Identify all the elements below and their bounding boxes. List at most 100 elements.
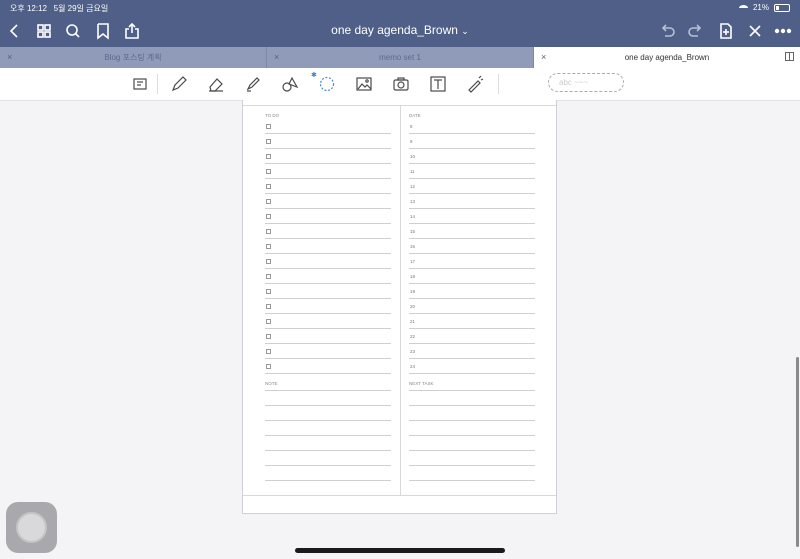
highlighter-icon[interactable] — [243, 74, 263, 94]
note-line — [409, 390, 535, 391]
hour-row[interactable]: 23 — [409, 345, 535, 359]
tab-blog[interactable]: × Blog 포스팅 계획 — [0, 47, 267, 68]
todo-row[interactable] — [265, 285, 391, 299]
todo-row[interactable] — [265, 165, 391, 179]
vertical-scrollbar[interactable] — [796, 357, 799, 547]
todo-row[interactable] — [265, 330, 391, 344]
document-title-text: one day agenda_Brown — [331, 23, 458, 37]
todo-row[interactable] — [265, 150, 391, 164]
home-indicator[interactable] — [295, 548, 505, 553]
checkbox[interactable] — [266, 169, 271, 174]
checkbox[interactable] — [266, 259, 271, 264]
more-icon[interactable] — [772, 20, 794, 42]
checkbox[interactable] — [266, 319, 271, 324]
checkbox[interactable] — [266, 214, 271, 219]
hour-row[interactable]: 10 — [409, 150, 535, 164]
document-title[interactable]: one day agenda_Brown ⌄ — [0, 23, 800, 37]
hour-label: 17 — [410, 259, 416, 264]
hour-row[interactable]: 16 — [409, 240, 535, 254]
camera-icon[interactable] — [391, 74, 411, 94]
todo-row[interactable] — [265, 315, 391, 329]
hour-row[interactable]: 21 — [409, 315, 535, 329]
hour-row[interactable]: 17 — [409, 255, 535, 269]
todo-row[interactable] — [265, 225, 391, 239]
hour-row[interactable]: 15 — [409, 225, 535, 239]
tab-close-icon[interactable]: × — [274, 52, 279, 62]
nav-bar: one day agenda_Brown ⌄ — [0, 15, 800, 47]
hour-label: 22 — [410, 334, 416, 339]
tab-agenda[interactable]: × one day agenda_Brown — [534, 47, 800, 68]
undo-icon[interactable] — [656, 20, 678, 42]
note-line — [265, 450, 391, 451]
todo-row[interactable] — [265, 240, 391, 254]
chevron-down-icon: ⌄ — [461, 26, 469, 36]
todo-header: TO DO — [265, 113, 280, 118]
checkbox[interactable] — [266, 124, 271, 129]
eraser-icon[interactable] — [206, 74, 226, 94]
checkbox[interactable] — [266, 304, 271, 309]
battery-percent: 21% — [752, 3, 769, 12]
note-line — [265, 390, 391, 391]
hour-row[interactable]: 12 — [409, 180, 535, 194]
page-bottom-rule — [243, 495, 556, 496]
todo-row[interactable] — [265, 255, 391, 269]
assistive-touch-button[interactable] — [6, 502, 57, 553]
checkbox[interactable] — [266, 274, 271, 279]
shape-icon[interactable] — [280, 74, 300, 94]
redo-icon[interactable] — [685, 20, 707, 42]
close-icon[interactable] — [744, 20, 766, 42]
checkbox[interactable] — [266, 334, 271, 339]
note-line — [265, 420, 391, 421]
checkbox[interactable] — [266, 184, 271, 189]
hour-row[interactable]: 13 — [409, 195, 535, 209]
note-line — [265, 405, 391, 406]
checkbox[interactable] — [266, 139, 271, 144]
tab-memo-set[interactable]: × memo set 1 — [267, 47, 534, 68]
hour-row[interactable]: 9 — [409, 135, 535, 149]
tab-close-icon[interactable]: × — [7, 52, 12, 62]
checkbox[interactable] — [266, 154, 271, 159]
lasso-text-preview[interactable]: abc ~~~ — [548, 73, 624, 92]
hour-row[interactable]: 24 — [409, 360, 535, 374]
checkbox[interactable] — [266, 199, 271, 204]
checkbox[interactable] — [266, 229, 271, 234]
todo-row[interactable] — [265, 300, 391, 314]
todo-row[interactable] — [265, 360, 391, 374]
lasso-icon[interactable] — [317, 74, 337, 94]
split-view-icon[interactable] — [785, 52, 794, 61]
checkbox[interactable] — [266, 349, 271, 354]
todo-row[interactable] — [265, 180, 391, 194]
todo-row[interactable] — [265, 270, 391, 284]
pen-icon[interactable] — [169, 74, 189, 94]
tab-close-icon[interactable]: × — [541, 52, 546, 62]
todo-row[interactable] — [265, 345, 391, 359]
lasso-text: abc ~~~ — [559, 78, 589, 87]
image-icon[interactable] — [354, 74, 374, 94]
agenda-page[interactable]: TO DO DATE 8 9 10 11 12 13 14 15 16 17 18 19 20 21 22 2… — [242, 100, 557, 514]
hour-row[interactable]: 19 — [409, 285, 535, 299]
hour-label: 18 — [410, 274, 416, 279]
hour-row[interactable]: 18 — [409, 270, 535, 284]
add-page-icon[interactable] — [715, 20, 737, 42]
todo-row[interactable] — [265, 195, 391, 209]
checkbox[interactable] — [266, 289, 271, 294]
text-box-icon[interactable] — [428, 74, 448, 94]
hour-row[interactable]: 14 — [409, 210, 535, 224]
checkbox[interactable] — [266, 244, 271, 249]
todo-row[interactable] — [265, 120, 391, 134]
status-time-date: 오후 12:12 5월 29일 금요일 — [10, 3, 108, 14]
checkbox[interactable] — [266, 364, 271, 369]
hour-row[interactable]: 20 — [409, 300, 535, 314]
todo-row[interactable] — [265, 135, 391, 149]
laser-pointer-icon[interactable] — [465, 74, 485, 94]
note-line — [409, 450, 535, 451]
todo-row[interactable] — [265, 210, 391, 224]
tab-label: memo set 1 — [379, 53, 421, 62]
hour-label: 12 — [410, 184, 416, 189]
hour-row[interactable]: 11 — [409, 165, 535, 179]
status-time: 오후 12:12 — [10, 4, 47, 13]
hour-row[interactable]: 8 — [409, 120, 535, 134]
hour-row[interactable]: 22 — [409, 330, 535, 344]
read-mode-icon[interactable] — [130, 74, 150, 94]
hour-label: 8 — [410, 124, 413, 129]
